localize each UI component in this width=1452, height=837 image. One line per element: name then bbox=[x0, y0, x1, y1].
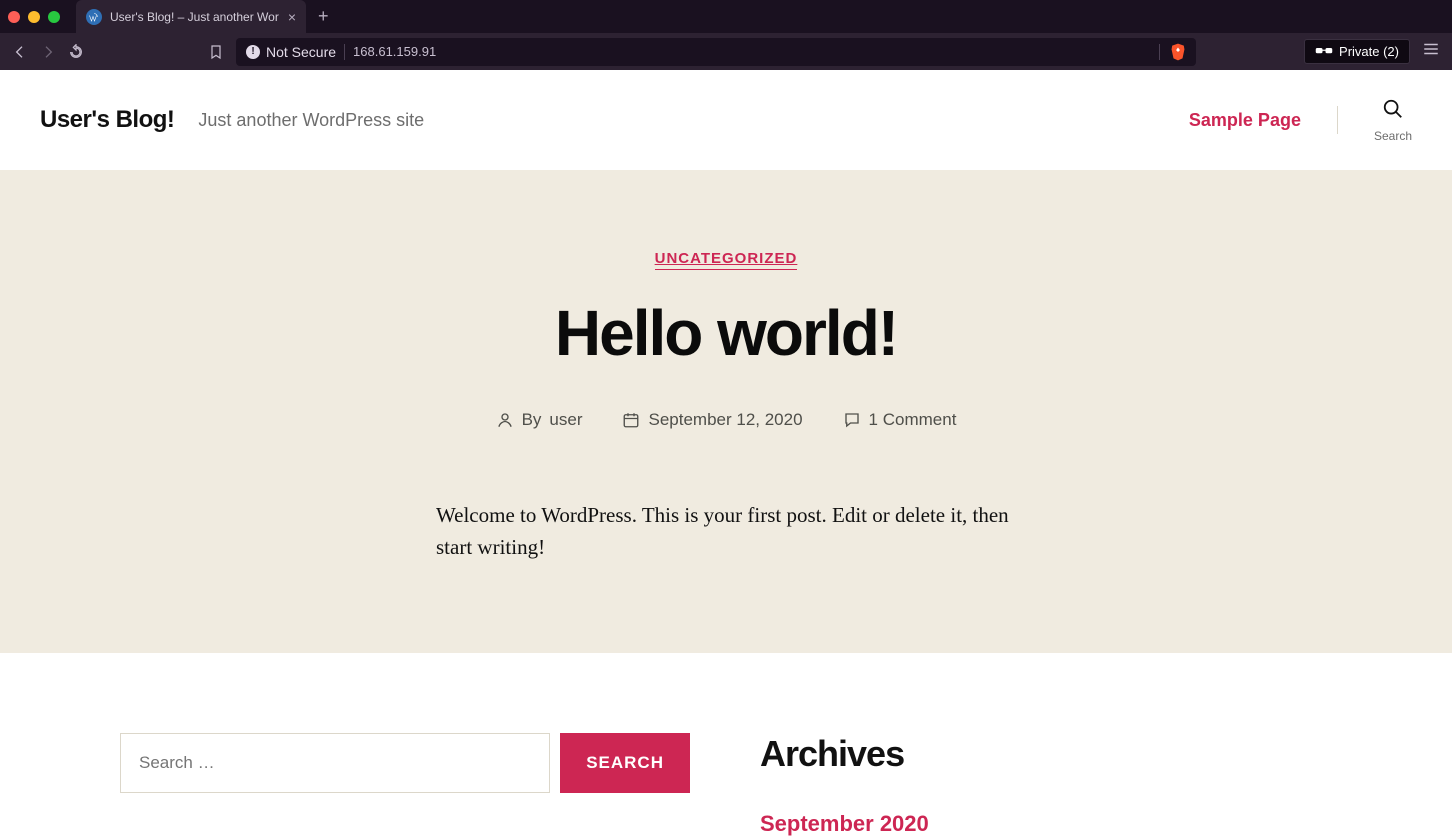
author-link[interactable]: user bbox=[549, 410, 582, 430]
site: User's Blog! Just another WordPress site… bbox=[0, 70, 1452, 837]
back-button[interactable] bbox=[12, 44, 28, 60]
calendar-icon bbox=[622, 411, 640, 429]
date-link[interactable]: September 12, 2020 bbox=[648, 410, 802, 430]
post-category-link[interactable]: UNCATEGORIZED bbox=[655, 250, 798, 270]
post-meta: By user September 12, 2020 1 Comment bbox=[40, 410, 1412, 430]
post-comments: 1 Comment bbox=[843, 410, 957, 430]
menu-button[interactable] bbox=[1422, 40, 1440, 63]
post-hero: UNCATEGORIZED Hello world! By user Septe… bbox=[0, 170, 1452, 653]
address-separator bbox=[344, 44, 345, 60]
site-tagline: Just another WordPress site bbox=[198, 110, 424, 131]
brave-shield-icon[interactable] bbox=[1170, 43, 1186, 61]
archives-widget: Archives September 2020 bbox=[760, 733, 929, 837]
sunglasses-icon bbox=[1315, 44, 1333, 59]
person-icon bbox=[496, 411, 514, 429]
not-secure-badge[interactable]: ! Not Secure bbox=[246, 44, 336, 60]
post-title[interactable]: Hello world! bbox=[40, 296, 1412, 370]
browser-chrome: User's Blog! – Just another Wor × + ! No… bbox=[0, 0, 1452, 70]
new-tab-button[interactable]: + bbox=[318, 6, 329, 27]
window-close-icon[interactable] bbox=[8, 11, 20, 23]
close-tab-icon[interactable]: × bbox=[288, 9, 296, 25]
not-secure-label: Not Secure bbox=[266, 44, 336, 60]
primary-nav: Sample Page Search bbox=[1189, 98, 1412, 143]
window-minimize-icon[interactable] bbox=[28, 11, 40, 23]
bookmark-button[interactable] bbox=[208, 44, 224, 60]
wordpress-favicon-icon bbox=[86, 9, 102, 25]
site-title[interactable]: User's Blog! bbox=[40, 106, 174, 134]
archives-heading: Archives bbox=[760, 733, 929, 775]
search-button[interactable]: SEARCH bbox=[560, 733, 690, 793]
footer-widgets: SEARCH Archives September 2020 bbox=[0, 653, 1452, 837]
site-header: User's Blog! Just another WordPress site… bbox=[0, 70, 1452, 170]
warning-icon: ! bbox=[246, 45, 260, 59]
comment-icon bbox=[843, 411, 861, 429]
url-text: 168.61.159.91 bbox=[353, 44, 436, 59]
post-author: By user bbox=[496, 410, 583, 430]
search-input[interactable] bbox=[120, 733, 550, 793]
search-toggle-label: Search bbox=[1374, 129, 1412, 143]
post-body: Welcome to WordPress. This is your first… bbox=[436, 500, 1016, 563]
nav-separator bbox=[1337, 106, 1338, 134]
address-input[interactable]: ! Not Secure 168.61.159.91 bbox=[236, 38, 1196, 66]
window-controls bbox=[8, 11, 60, 23]
by-prefix: By bbox=[522, 410, 542, 430]
browser-tab[interactable]: User's Blog! – Just another Wor × bbox=[76, 0, 306, 33]
forward-button[interactable] bbox=[40, 44, 56, 60]
search-toggle[interactable]: Search bbox=[1374, 98, 1412, 143]
comments-link[interactable]: 1 Comment bbox=[869, 410, 957, 430]
post-date: September 12, 2020 bbox=[622, 410, 802, 430]
tab-bar: User's Blog! – Just another Wor × + bbox=[0, 0, 1452, 33]
tab-title: User's Blog! – Just another Wor bbox=[110, 10, 279, 24]
window-maximize-icon[interactable] bbox=[48, 11, 60, 23]
nav-link-sample-page[interactable]: Sample Page bbox=[1189, 110, 1301, 131]
private-label: Private (2) bbox=[1339, 44, 1399, 59]
search-form: SEARCH bbox=[120, 733, 690, 837]
private-indicator[interactable]: Private (2) bbox=[1304, 39, 1410, 64]
search-icon bbox=[1382, 98, 1404, 125]
address-separator-right bbox=[1159, 44, 1160, 60]
address-bar: ! Not Secure 168.61.159.91 Private (2) bbox=[0, 33, 1452, 70]
archive-link-sept-2020[interactable]: September 2020 bbox=[760, 811, 929, 837]
reload-button[interactable] bbox=[68, 44, 84, 60]
